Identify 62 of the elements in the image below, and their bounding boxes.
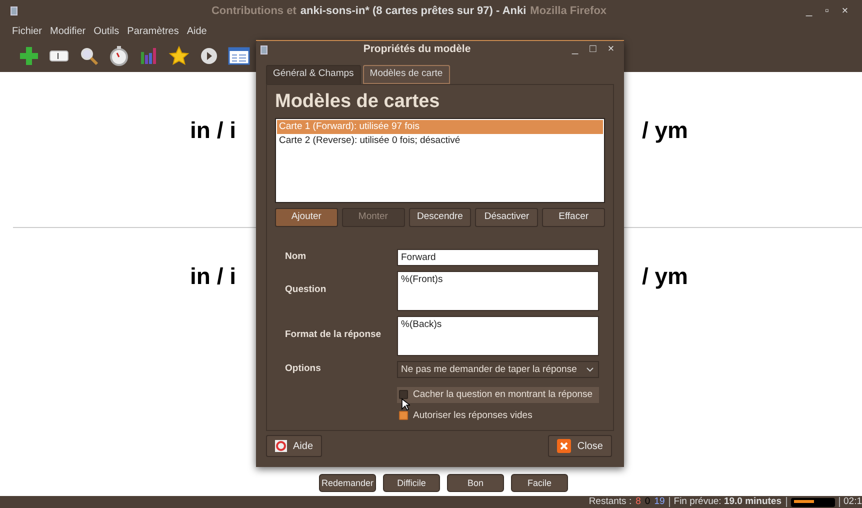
window-title: Mozilla Firefox — [530, 4, 607, 19]
answer-button[interactable]: Bon — [447, 474, 504, 492]
action-button[interactable]: Ajouter — [275, 208, 338, 226]
menu-item[interactable]: Outils — [94, 24, 120, 38]
card-text: / ym — [642, 262, 688, 291]
menu-item[interactable]: Modifier — [50, 24, 86, 38]
count-text: 0 — [644, 494, 650, 508]
close-button[interactable]: Close — [548, 435, 612, 457]
text-area[interactable]: %(Front)s — [397, 270, 599, 310]
lifebuoy-icon — [275, 440, 287, 452]
close-button[interactable]: × — [836, 2, 854, 20]
action-button[interactable]: Désactiver — [475, 208, 538, 226]
menu-item[interactable]: Aide — [186, 24, 207, 38]
clock-text: 02:1 — [844, 494, 862, 508]
eta-text: Fin prévue: 19.0 minutes — [674, 494, 782, 508]
count-text: 19 — [654, 494, 665, 508]
text-area[interactable]: %(Back)s — [397, 316, 599, 356]
play-icon[interactable] — [198, 45, 220, 67]
checkbox-row[interactable]: Autoriser les réponses vides — [397, 408, 599, 424]
star-icon[interactable] — [168, 45, 190, 67]
close-button[interactable]: × — [602, 41, 620, 58]
text-field[interactable]: Forward — [397, 248, 599, 266]
answer-button[interactable]: Redemander — [319, 474, 376, 492]
stopwatch-icon[interactable] — [108, 45, 130, 67]
app-icon — [10, 6, 18, 16]
menu-item[interactable]: Paramètres — [127, 24, 179, 38]
search-icon[interactable] — [78, 45, 100, 67]
list-window-icon[interactable] — [228, 45, 250, 67]
maximize-button[interactable]: ▫ — [818, 2, 836, 20]
checkbox[interactable] — [399, 411, 408, 420]
action-button[interactable]: Effacer — [542, 208, 605, 226]
card-text: in / i — [190, 116, 236, 145]
dialog-title: Propriétés du modèle — [362, 42, 472, 57]
close-icon — [557, 439, 572, 453]
field-label: Options — [285, 362, 322, 376]
mouse-cursor-icon — [401, 398, 410, 411]
tab[interactable]: Modèles de carte — [362, 65, 450, 84]
minimize-button[interactable]: _ — [566, 41, 584, 58]
help-button[interactable]: Aide — [266, 435, 322, 457]
checkbox[interactable] — [399, 390, 408, 400]
dropdown[interactable]: Ne pas me demander de taper la réponse — [397, 360, 599, 378]
section-heading: Modèles de cartes — [275, 90, 441, 112]
window-title: Contributions et — [211, 4, 296, 19]
tab[interactable]: Général & Champs — [266, 65, 361, 84]
status-label: Restants : — [588, 494, 632, 508]
list-item[interactable]: Carte 2 (Reverse): utilisée 0 fois; désactivé — [277, 134, 603, 148]
window-title: anki-sons-in* (8 cartes prêtes sur 97) - Anki — [300, 4, 526, 19]
minimize-button[interactable]: _ — [800, 2, 818, 20]
app-icon — [260, 44, 268, 55]
count-text: 8 — [636, 494, 641, 508]
field-label: Question — [285, 283, 328, 298]
answer-button[interactable]: Facile — [511, 474, 568, 492]
field-label: Nom — [285, 250, 308, 264]
field-label: Format de la réponse — [285, 328, 382, 342]
card-text: in / i — [190, 262, 236, 291]
maximize-button[interactable]: □ — [584, 41, 602, 58]
card-text: / ym — [642, 116, 688, 145]
menu-item[interactable]: Fichier — [12, 24, 42, 38]
checkbox-row[interactable]: Cacher la question en montrant la réponse — [397, 386, 599, 403]
action-button[interactable]: Descendre — [408, 208, 472, 226]
answer-button[interactable]: Difficile — [383, 474, 440, 492]
add-icon[interactable] — [18, 45, 40, 67]
